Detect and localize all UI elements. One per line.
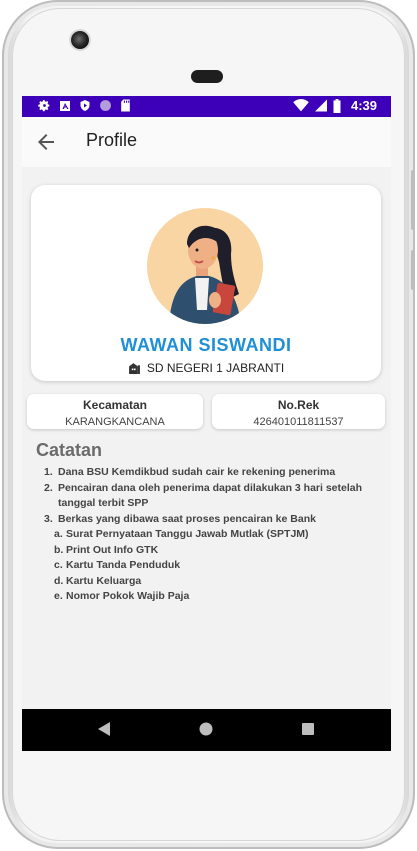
school-row: SD NEGERI 1 JABRANTI bbox=[31, 361, 381, 375]
earpiece-speaker bbox=[191, 70, 223, 83]
back-button[interactable] bbox=[34, 130, 58, 154]
front-camera bbox=[71, 31, 89, 49]
notes-title: Catatan bbox=[36, 440, 103, 460]
kecamatan-card: Kecamatan KARANGKANCANA bbox=[27, 394, 203, 429]
a-icon bbox=[60, 100, 70, 111]
norek-label: No.Rek bbox=[277, 398, 320, 412]
profile-card: WAWAN SISWANDI SD NEGERI 1 JABRANTI bbox=[31, 185, 381, 381]
nav-back-button[interactable] bbox=[98, 722, 110, 741]
kecamatan-label: Kecamatan bbox=[82, 398, 148, 412]
note-item: 3. Berkas yang dibawa saat proses pencai… bbox=[44, 512, 316, 525]
note-sub-item: e. Nomor Pokok Wajib Paja bbox=[54, 590, 190, 602]
arrow-back-icon bbox=[38, 134, 54, 150]
page-title: Profile bbox=[86, 130, 138, 150]
profile-content: WAWAN SISWANDI SD NEGERI 1 JABRANTI Keca… bbox=[22, 167, 391, 709]
note-sub-item: b. Print Out Info GTK bbox=[54, 543, 159, 556]
nav-home-button[interactable] bbox=[199, 722, 213, 741]
school-building-icon bbox=[128, 363, 140, 374]
norek-card: No.Rek 426401011811537 bbox=[212, 394, 385, 429]
phone-screen: 4:39 Profile WAWAN SISWANDI SD NEGERI 1 … bbox=[22, 96, 391, 751]
app-bar: Profile bbox=[22, 117, 391, 167]
note-sub-item: c. Kartu Tanda Penduduk bbox=[54, 559, 181, 571]
battery-icon bbox=[333, 98, 341, 113]
note-item: 2. Pencairan dana oleh penerima dapat di… bbox=[44, 481, 363, 510]
avatar-illustration bbox=[169, 225, 241, 324]
profile-name: WAWAN SISWANDI bbox=[120, 335, 292, 355]
back-triangle-icon bbox=[98, 722, 110, 736]
status-bar: 4:39 bbox=[22, 96, 391, 117]
school-name: SD NEGERI 1 JABRANTI bbox=[146, 361, 285, 375]
recents-square-icon bbox=[302, 723, 314, 735]
note-sub-item: a. Surat Pernyataan Tanggu Jawab Mutlak … bbox=[54, 528, 309, 540]
signal-icon bbox=[314, 99, 327, 112]
wifi-icon bbox=[293, 99, 309, 112]
nav-recents-button[interactable] bbox=[302, 722, 314, 740]
shield-icon bbox=[80, 100, 90, 111]
gear-icon bbox=[38, 100, 50, 112]
navigation-bar bbox=[22, 709, 391, 751]
kecamatan-value: KARANGKANCANA bbox=[65, 416, 165, 428]
sdcard-icon bbox=[121, 99, 130, 112]
power-button bbox=[411, 250, 415, 290]
norek-value: 426401011811537 bbox=[253, 416, 344, 428]
status-time: 4:39 bbox=[350, 98, 377, 113]
note-sub-item: d. Kartu Keluarga bbox=[54, 574, 142, 587]
avatar bbox=[147, 208, 263, 324]
note-item: 1. Dana BSU Kemdikbud sudah cair ke reke… bbox=[44, 466, 336, 478]
home-circle-icon bbox=[199, 722, 213, 736]
volume-button bbox=[411, 170, 415, 230]
circle-icon bbox=[100, 100, 111, 111]
notes-list: 1. Dana BSU Kemdikbud sudah cair ke reke… bbox=[44, 465, 374, 605]
